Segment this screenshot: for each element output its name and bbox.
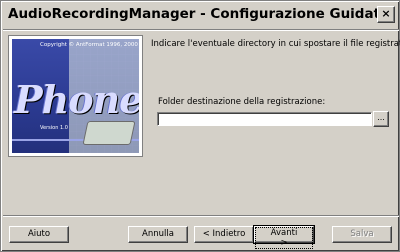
destination-folder-input[interactable] (157, 112, 372, 126)
next-button-label: Avanti > (255, 227, 313, 249)
cancel-button[interactable]: Annulla (128, 226, 188, 243)
telephone-icon (82, 121, 136, 145)
cover-copyright: Copyright © AntFormat 1996, 2000 (40, 42, 138, 48)
folder-field-label: Folder destinazione della registrazione: (158, 97, 326, 107)
wizard-window: AudioRecordingManager - Configurazione G… (0, 0, 400, 252)
back-button-label: < Indietro (202, 229, 246, 239)
browse-button[interactable]: ... (373, 111, 389, 127)
save-button-label: Salva (350, 229, 374, 239)
top-separator (3, 29, 399, 31)
help-button[interactable]: Aiuto (9, 226, 69, 243)
close-button[interactable]: × (377, 6, 395, 23)
wizard-image: Copyright © AntFormat 1996, 2000 Phones … (8, 35, 143, 157)
save-button: Salva (332, 226, 392, 243)
ellipsis-icon: ... (377, 113, 385, 122)
title-bar[interactable]: AudioRecordingManager - Configurazione G… (4, 4, 397, 28)
help-button-label: Aiuto (27, 229, 51, 239)
cover-brand: Phones (14, 77, 139, 122)
cover-version: Version 1.0 (40, 125, 68, 131)
next-button[interactable]: Avanti > (253, 225, 315, 249)
window-title: AudioRecordingManager - Configurazione G… (8, 6, 390, 22)
bottom-separator (3, 215, 399, 217)
close-icon: × (381, 7, 391, 20)
back-button[interactable]: < Indietro (194, 226, 254, 243)
instruction-text: Indicare l'eventuale directory in cui sp… (151, 39, 400, 49)
product-cover-image: Copyright © AntFormat 1996, 2000 Phones … (12, 39, 139, 153)
cancel-button-label: Annulla (142, 229, 174, 239)
